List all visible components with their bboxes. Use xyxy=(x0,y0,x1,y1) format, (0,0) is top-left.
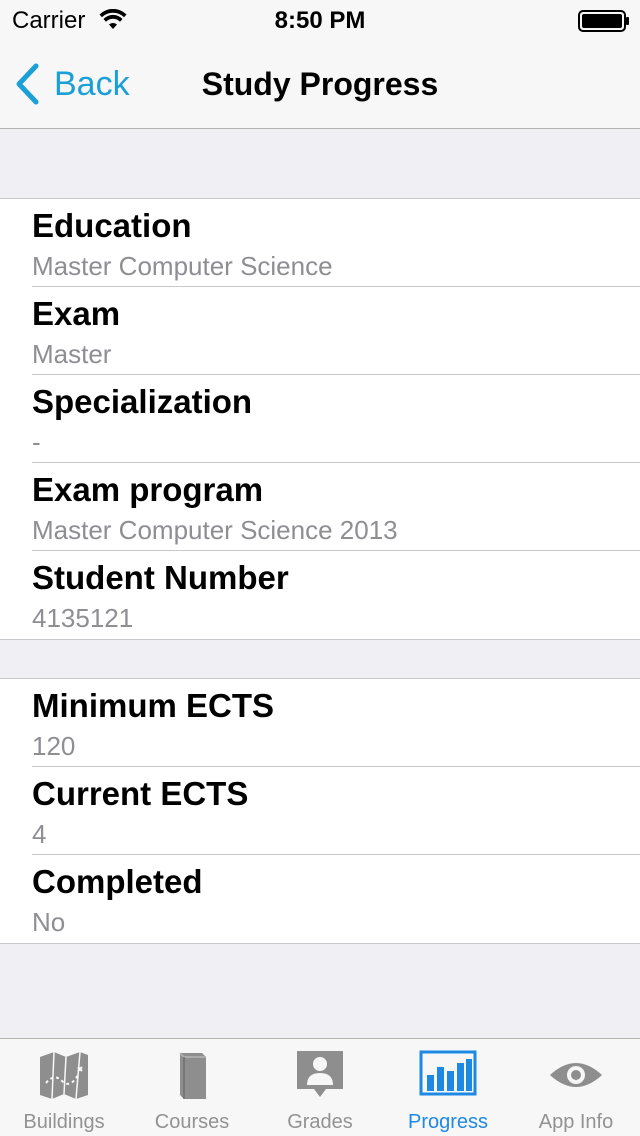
battery-icon xyxy=(578,10,629,32)
study-progress-screen: Carrier 8:50 PM Back Study Progress Educ… xyxy=(0,0,640,1136)
row-value: Master Computer Science 2013 xyxy=(32,515,398,545)
specialization-row: Specialization - xyxy=(0,375,640,463)
tab-bar: Buildings Courses Grades Progress App In… xyxy=(0,1038,640,1136)
tab-app-info[interactable]: App Info xyxy=(512,1039,640,1136)
tab-label: Grades xyxy=(287,1111,353,1133)
minimum-ects-row: Minimum ECTS 120 xyxy=(0,679,640,767)
study-info-group: Education Master Computer Science Exam M… xyxy=(0,198,640,640)
row-value: 120 xyxy=(32,731,76,761)
map-icon xyxy=(40,1051,88,1100)
bar-chart-icon xyxy=(419,1050,477,1096)
status-bar: Carrier 8:50 PM xyxy=(0,0,640,40)
completed-row: Completed No xyxy=(0,855,640,943)
tab-label: App Info xyxy=(538,1111,614,1133)
tab-buildings[interactable]: Buildings xyxy=(0,1039,128,1136)
status-time: 8:50 PM xyxy=(274,7,366,34)
ects-group: Minimum ECTS 120 Current ECTS 4 Complete… xyxy=(0,678,640,944)
tab-label: Courses xyxy=(154,1111,230,1133)
page-title: Study Progress xyxy=(201,66,439,102)
student-number-row: Student Number 4135121 xyxy=(0,551,640,639)
row-title: Current ECTS xyxy=(32,775,249,812)
row-title: Exam program xyxy=(32,471,264,508)
row-title: Exam xyxy=(32,295,121,332)
row-title: Student Number xyxy=(32,559,289,596)
row-title: Minimum ECTS xyxy=(32,687,275,724)
tab-courses[interactable]: Courses xyxy=(128,1039,256,1136)
person-icon xyxy=(297,1051,343,1097)
tab-grades[interactable]: Grades xyxy=(256,1039,384,1136)
row-value: 4135121 xyxy=(32,603,134,633)
current-ects-row: Current ECTS 4 xyxy=(0,767,640,855)
tab-label: Progress xyxy=(407,1111,489,1133)
row-value: Master xyxy=(32,339,112,369)
education-row: Education Master Computer Science xyxy=(0,199,640,287)
row-title: Completed xyxy=(32,863,203,900)
exam-program-row: Exam program Master Computer Science 201… xyxy=(0,463,640,551)
row-value: Master Computer Science xyxy=(32,251,333,281)
tab-progress[interactable]: Progress xyxy=(384,1039,512,1136)
row-title: Education xyxy=(32,207,192,244)
eye-icon xyxy=(550,1063,602,1087)
book-icon xyxy=(179,1052,206,1099)
row-value: 4 xyxy=(32,819,47,849)
row-title: Specialization xyxy=(32,383,253,420)
row-value: No xyxy=(32,907,66,937)
row-value: - xyxy=(32,427,41,457)
navigation-bar: Back Study Progress xyxy=(0,40,640,129)
exam-row: Exam Master xyxy=(0,287,640,375)
tab-label: Buildings xyxy=(23,1111,105,1133)
